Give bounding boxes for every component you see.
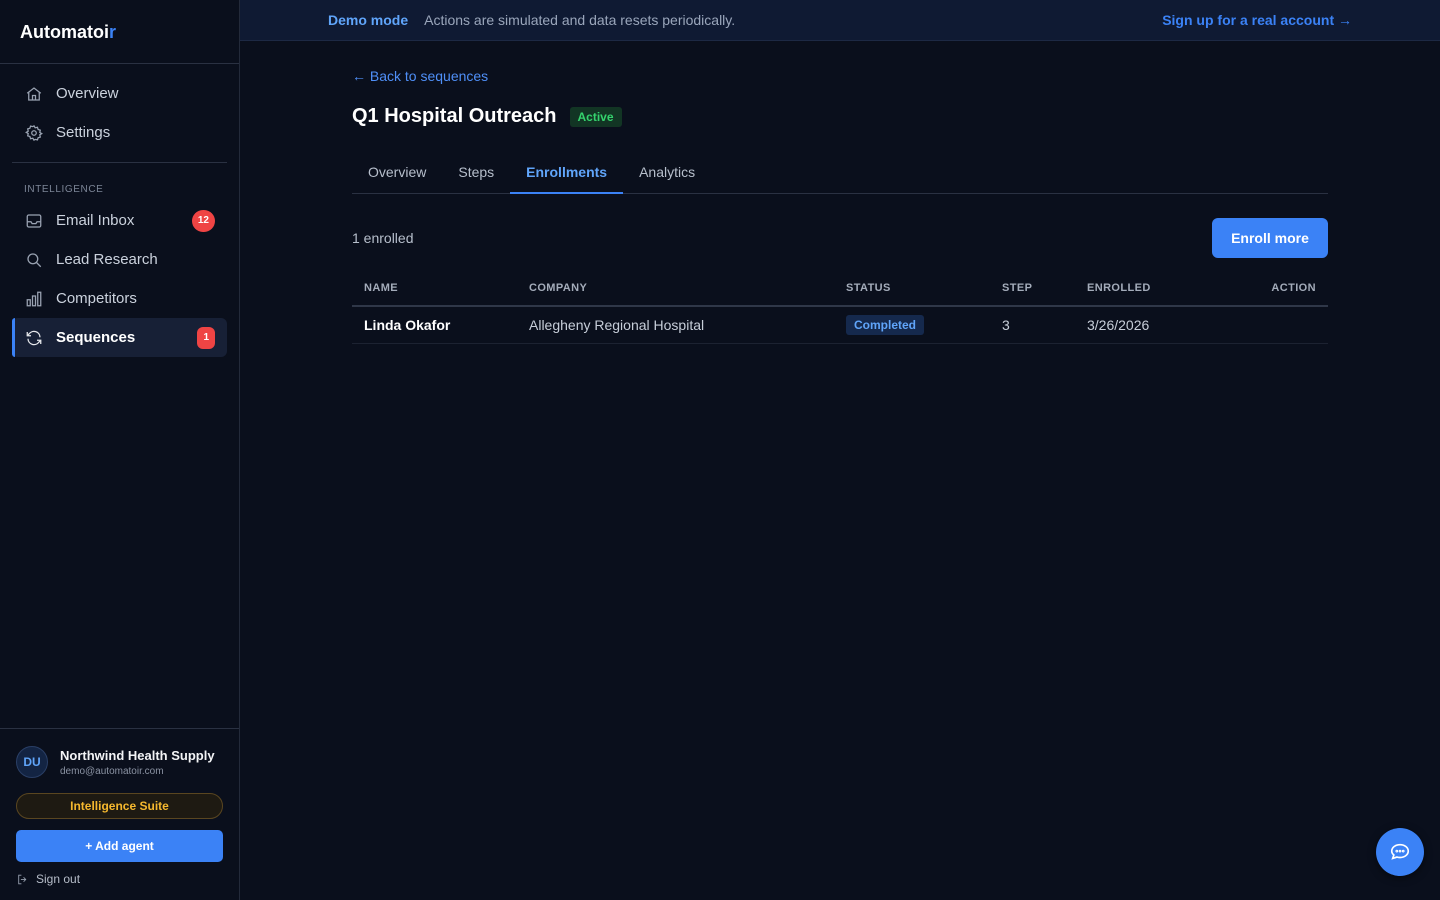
nav-intelligence: Email Inbox 12 Lead Research Competitors… [0, 201, 239, 357]
refresh-icon [24, 328, 44, 348]
demo-mode-label: Demo mode [328, 12, 409, 28]
nav-top: Overview Settings [0, 64, 239, 152]
sign-out-link[interactable]: Sign out [16, 870, 223, 888]
sidebar-item-email-inbox[interactable]: Email Inbox 12 [12, 201, 227, 240]
sidebar-item-competitors[interactable]: Competitors [12, 279, 227, 318]
chat-button[interactable] [1376, 828, 1424, 876]
sidebar-item-label: Overview [56, 85, 119, 102]
sidebar-item-label: Sequences [56, 329, 136, 346]
cell-enrolled: 3/26/2026 [1075, 306, 1225, 344]
account-email: demo@automatoir.com [60, 765, 164, 777]
demo-banner: Demo mode Actions are simulated and data… [240, 0, 1440, 41]
tab-enrollments[interactable]: Enrollments [510, 151, 623, 194]
sidebar-item-label: Settings [56, 124, 111, 141]
add-agent-button[interactable]: + Add agent [16, 830, 223, 862]
sidebar-item-label: Email Inbox [56, 212, 135, 229]
plan-badge: Intelligence Suite [16, 793, 223, 819]
completed-status-badge: Completed [846, 314, 925, 335]
home-icon [24, 84, 44, 104]
account-info[interactable]: DU Northwind Health Supply demo@automato… [16, 745, 223, 779]
tab-steps[interactable]: Steps [442, 151, 510, 193]
sidebar-item-lead-research[interactable]: Lead Research [12, 240, 227, 279]
sequences-count-badge: 1 [197, 326, 215, 349]
enrolled-count: 1 enrolled [352, 230, 414, 246]
column-header-action: ACTION [1225, 271, 1328, 307]
avatar: DU [16, 746, 48, 778]
sidebar-item-label: Competitors [56, 290, 137, 307]
page-title: Q1 Hospital Outreach [352, 105, 557, 127]
inbox-icon [24, 211, 44, 231]
column-header-name: NAME [352, 271, 517, 307]
enroll-more-button[interactable]: Enroll more [1212, 218, 1328, 258]
sign-out-label: Sign out [36, 872, 81, 886]
demo-mode-message: Actions are simulated and data resets pe… [424, 12, 736, 28]
enrollments-table: NAME COMPANY STATUS STEP ENROLLED ACTION… [352, 271, 1328, 344]
cell-status: Completed [834, 306, 990, 344]
account-panel: DU Northwind Health Supply demo@automato… [0, 728, 239, 900]
tab-overview[interactable]: Overview [352, 151, 442, 193]
column-header-company: COMPANY [517, 271, 834, 307]
gear-icon [24, 123, 44, 143]
cell-company: Allegheny Regional Hospital [517, 306, 834, 344]
title-row: Q1 Hospital Outreach Active [352, 105, 622, 128]
sidebar-item-overview[interactable]: Overview [12, 74, 227, 113]
table-row[interactable]: Linda Okafor Allegheny Regional Hospital… [352, 306, 1328, 344]
cell-step: 3 [990, 306, 1075, 344]
tab-analytics[interactable]: Analytics [623, 151, 711, 193]
account-name: Northwind Health Supply [60, 747, 215, 763]
search-icon [24, 250, 44, 270]
sidebar-item-label: Lead Research [56, 251, 158, 268]
cell-name: Linda Okafor [352, 306, 517, 344]
status-badge: Active [569, 106, 622, 127]
brand-name-accent: r [109, 22, 117, 42]
sequence-tabs: Overview Steps Enrollments Analytics [352, 151, 1328, 194]
back-to-sequences-link[interactable]: ← Back to sequences [352, 68, 488, 84]
brand-name: Automatoi [20, 22, 109, 42]
sidebar: Automatoir Overview Settings INTELLIGENC… [0, 0, 240, 900]
bar-chart-icon [24, 289, 44, 309]
section-label-intelligence: INTELLIGENCE [24, 184, 104, 195]
column-header-enrolled: ENROLLED [1075, 271, 1225, 307]
table-header-row: NAME COMPANY STATUS STEP ENROLLED ACTION [352, 271, 1328, 307]
sidebar-item-settings[interactable]: Settings [12, 113, 227, 152]
sign-up-link[interactable]: Sign up for a real account → [1162, 12, 1352, 28]
account-text: Northwind Health Supply demo@automatoir.… [60, 748, 215, 777]
column-header-status: STATUS [834, 271, 990, 307]
unread-count-badge: 12 [191, 209, 215, 232]
column-header-step: STEP [990, 271, 1075, 307]
sidebar-item-sequences[interactable]: Sequences 1 [12, 318, 227, 357]
brand-logo[interactable]: Automatoir [0, 0, 239, 64]
chat-bubble-icon [1390, 843, 1410, 860]
sign-out-icon [18, 874, 27, 884]
cell-action [1225, 306, 1328, 344]
